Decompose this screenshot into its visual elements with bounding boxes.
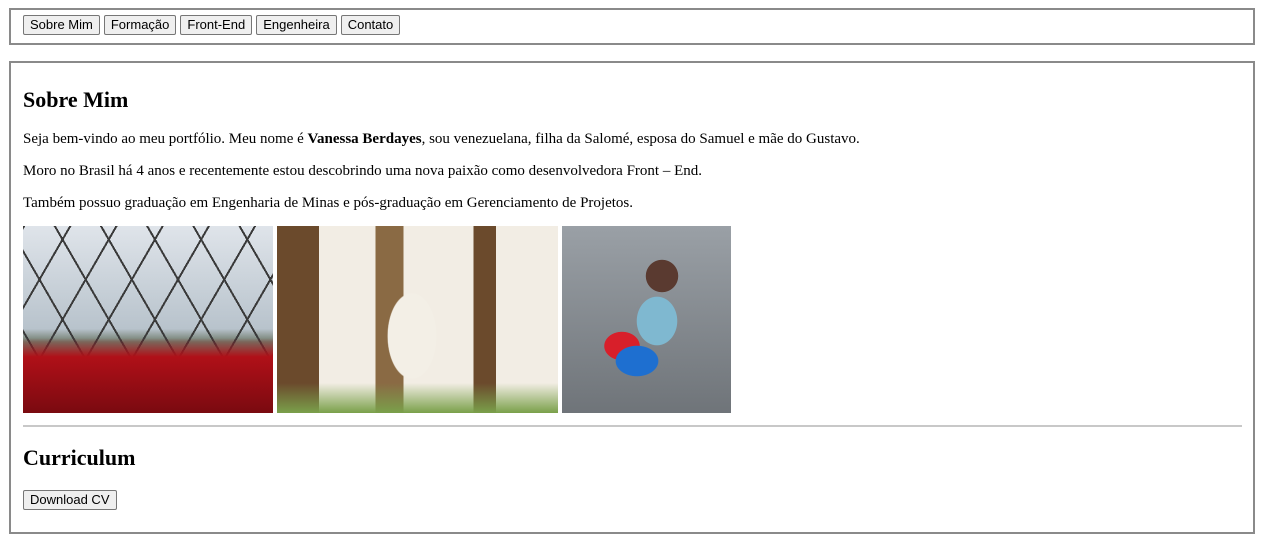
nav-button-front-end[interactable]: Front-End <box>180 15 253 35</box>
nav-button-group: Sobre Mim Formação Front-End Engenheira … <box>23 15 401 35</box>
about-paragraph-intro: Seja bem-vindo ao meu portfólio. Meu nom… <box>23 130 860 148</box>
section-divider <box>23 425 1242 427</box>
main-content: Sobre Mim Seja bem-vindo ao meu portfóli… <box>9 61 1255 534</box>
about-paragraph-education: Também possuo graduação em Engenharia de… <box>23 195 633 211</box>
photo-greenhouse-flowers <box>23 226 273 413</box>
author-name: Vanessa Berdayes <box>307 131 422 147</box>
nav-button-sobre-mim[interactable]: Sobre Mim <box>23 15 100 35</box>
curriculum-title: Curriculum <box>23 445 136 470</box>
download-cv-button[interactable]: Download CV <box>23 490 117 510</box>
intro-text-after: , sou venezuelana, filha da Salomé, espo… <box>421 131 860 147</box>
photo-couple <box>277 226 558 413</box>
about-paragraph-brasil: Moro no Brasil há 4 anos e recentemente … <box>23 163 702 179</box>
top-navigation: Sobre Mim Formação Front-End Engenheira … <box>9 8 1255 45</box>
nav-button-contato[interactable]: Contato <box>340 15 401 35</box>
nav-button-engenheira[interactable]: Engenheira <box>256 15 337 35</box>
nav-button-formacao[interactable]: Formação <box>103 15 177 35</box>
photo-mother-child-tricycle <box>562 226 731 413</box>
intro-text-before: Seja bem-vindo ao meu portfólio. Meu nom… <box>23 131 308 147</box>
about-title: Sobre Mim <box>23 87 129 112</box>
photo-gallery <box>23 226 731 413</box>
